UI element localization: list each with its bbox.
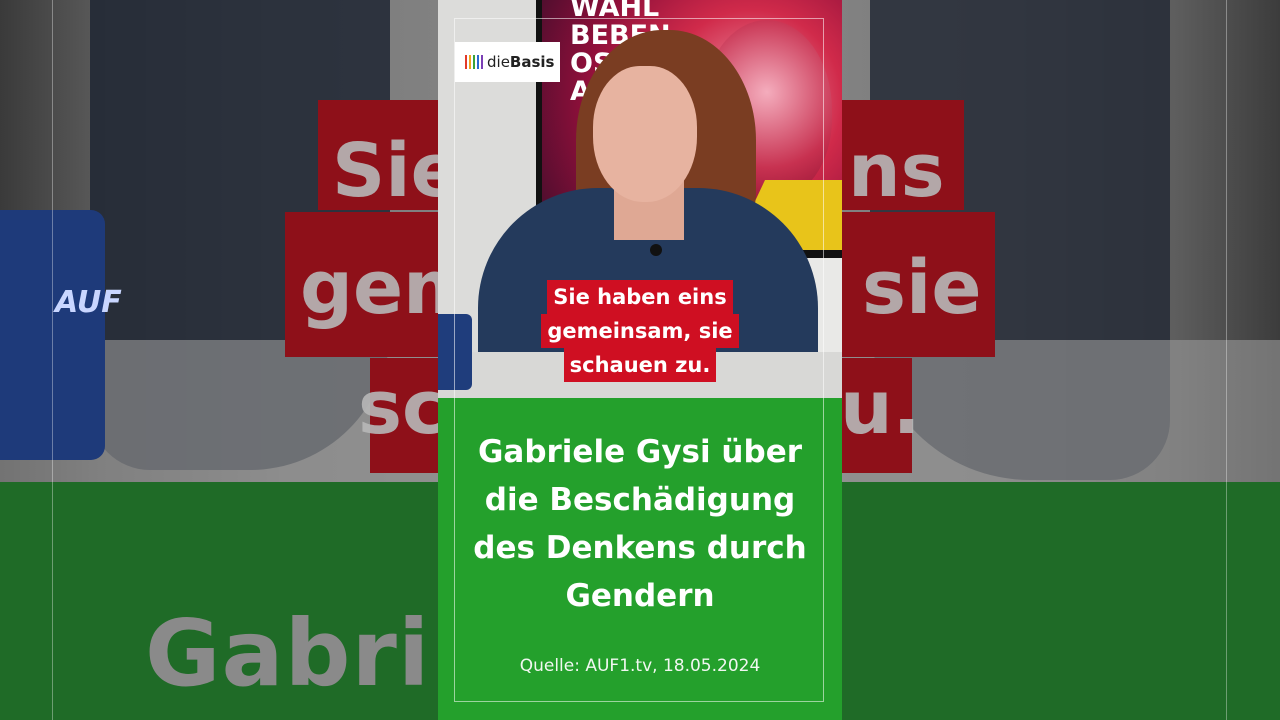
lapel-mic-icon xyxy=(650,244,662,256)
diebasis-logo: dieBasis xyxy=(455,42,560,82)
blurred-mug-text: AUF xyxy=(55,285,122,320)
logo-text: dieBasis xyxy=(487,53,554,71)
logo-bars-icon xyxy=(465,55,483,69)
blurred-frame-line xyxy=(52,0,53,720)
title-card: Gabriele Gysi über die Beschädigung des … xyxy=(438,398,842,720)
speaker-face xyxy=(593,66,697,202)
caption-line: gemeinsam, sie xyxy=(541,314,739,348)
logo-name: Basis xyxy=(509,53,555,71)
video-frame: WAHL BEBEN OS A dieBasis Sie haben eins … xyxy=(438,0,842,398)
title-line: Gendern xyxy=(565,578,715,614)
title-line: die Beschädigung xyxy=(484,482,796,518)
caption-line: schauen zu. xyxy=(563,348,717,382)
blurred-word: sc xyxy=(358,365,446,451)
title-line: des Denkens durch xyxy=(473,530,807,566)
source-credit: Quelle: AUF1.tv, 18.05.2024 xyxy=(519,656,761,676)
blurred-word: u. xyxy=(840,365,921,451)
video-title: Gabriele Gysi über die Beschädigung des … xyxy=(458,428,822,620)
blurred-word: sie xyxy=(862,245,982,331)
caption-line: Sie haben eins xyxy=(547,280,733,314)
logo-prefix: die xyxy=(487,53,510,71)
blurred-frame-line xyxy=(1226,0,1227,720)
blurred-word: ns xyxy=(848,128,945,214)
video-panel[interactable]: WAHL BEBEN OS A dieBasis Sie haben eins … xyxy=(438,0,842,720)
title-line: Gabriele Gysi über xyxy=(477,434,803,470)
tv-headline-line: WAHL xyxy=(570,0,660,23)
subtitle-caption: Sie haben eins gemeinsam, sie schauen zu… xyxy=(438,280,842,382)
